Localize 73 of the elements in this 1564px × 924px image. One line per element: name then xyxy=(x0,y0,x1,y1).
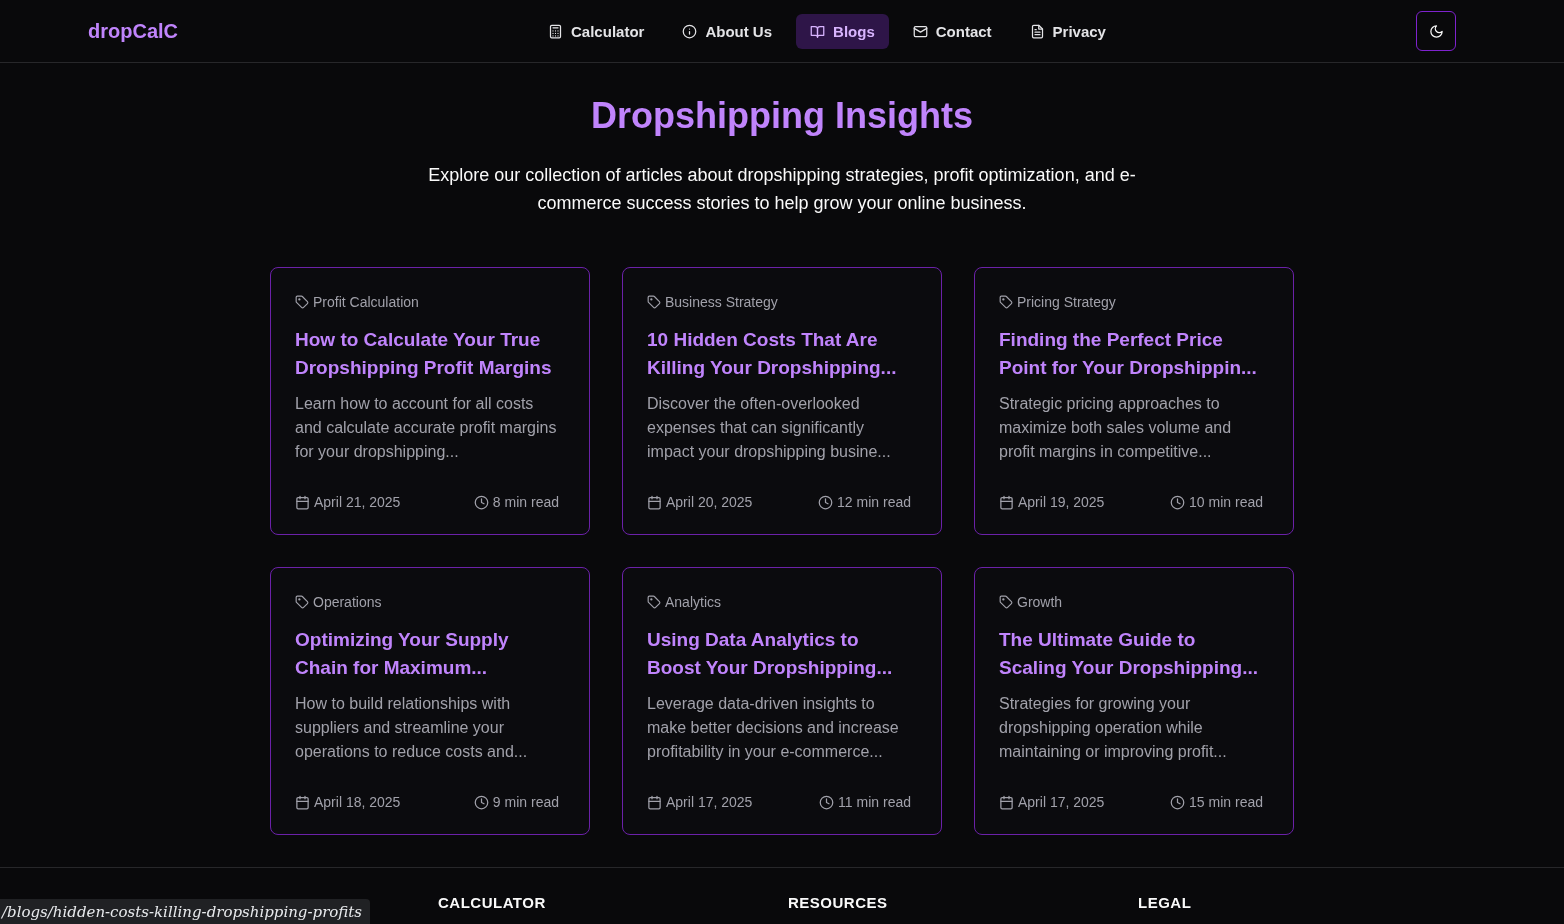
category-label: Growth xyxy=(1017,594,1063,610)
blog-card[interactable]: Pricing Strategy Finding the Perfect Price Point for Your Dropshippin... Strategic pricing approaches to maximize both sales volume and profit margins in competitive... April 19, 2025 10 min read xyxy=(974,267,1294,535)
post-title[interactable]: The Ultimate Guide to Scaling Your Dropshipping... xyxy=(999,626,1263,682)
post-title[interactable]: Finding the Perfect Price Point for Your Dropshippin... xyxy=(999,326,1263,382)
tag-icon xyxy=(647,295,661,309)
tag-icon xyxy=(999,295,1013,309)
nav-tab[interactable]: Blogs xyxy=(796,13,889,49)
clock-icon xyxy=(1170,794,1186,810)
site-logo[interactable]: dropCalC xyxy=(88,19,178,43)
blog-card[interactable]: Growth The Ultimate Guide to Scaling Your Dropshipping... Strategies for growing your dropshipping operation while maintaining or improving profit... April 17, 2025 15 min read xyxy=(974,567,1294,835)
link-url-tooltip: /blogs/hidden-costs-killing-dropshipping-profits xyxy=(0,899,371,924)
category-label: Pricing Strategy xyxy=(1017,294,1116,310)
nav-tab[interactable]: About Us xyxy=(668,13,787,49)
post-date: April 19, 2025 xyxy=(1018,494,1105,510)
calendar-icon xyxy=(999,494,1014,510)
post-excerpt: Strategic pricing approaches to maximize both sales volume and profit margins in competitive... xyxy=(999,394,1233,462)
calendar-icon xyxy=(647,794,662,810)
nav-tab[interactable]: Calculator xyxy=(534,13,659,49)
footer-heading: CALCULATOR xyxy=(438,894,547,911)
calendar-icon xyxy=(647,494,662,510)
footer-heading: RESOURCES xyxy=(788,894,889,911)
tag-icon xyxy=(999,595,1013,609)
book-icon xyxy=(810,23,826,39)
read-time: 9 min read xyxy=(492,794,559,810)
post-date: April 18, 2025 xyxy=(314,794,401,810)
category-label: Profit Calculation xyxy=(313,294,419,310)
page-subtitle: Explore our collection of articles about dropshipping strategies, profit optimization, and e-commerce success stories to help grow your online business. xyxy=(427,164,1137,215)
info-icon xyxy=(682,23,698,39)
post-title[interactable]: Optimizing Your Supply Chain for Maximum... xyxy=(295,626,559,682)
post-title[interactable]: How to Calculate Your True Dropshipping Profit Margins xyxy=(295,326,559,382)
tag-icon xyxy=(295,295,309,309)
post-date: April 17, 2025 xyxy=(1018,794,1105,810)
tag-icon xyxy=(647,595,661,609)
blog-card[interactable]: Profit Calculation How to Calculate Your True Dropshipping Profit Margins Learn how to account for all costs and calculate accurate profit margins for your dropshipping... April 21, 2025 8 min read xyxy=(270,267,590,535)
read-time: 15 min read xyxy=(1189,794,1263,810)
blog-card[interactable]: Operations Optimizing Your Supply Chain for Maximum... How to build relationships with suppliers and streamline your operations to reduce costs and... April 18, 2025 9 min read xyxy=(270,567,590,835)
nav-tab[interactable]: Privacy xyxy=(1015,13,1120,49)
calculator-icon xyxy=(548,23,564,39)
clock-icon xyxy=(818,494,834,510)
post-date: April 21, 2025 xyxy=(314,494,401,510)
category-label: Analytics xyxy=(665,594,722,610)
category-label: Business Strategy xyxy=(665,294,778,310)
blog-card[interactable]: Business Strategy 10 Hidden Costs That Are Killing Your Dropshipping... Discover the often-overlooked expenses that can significantly impact your dropshipping busine... April 20, 2025 12 min read xyxy=(622,267,942,535)
theme-toggle-button[interactable] xyxy=(1416,11,1456,51)
clock-icon xyxy=(819,794,835,810)
calendar-icon xyxy=(295,494,310,510)
post-excerpt: Learn how to account for all costs and calculate accurate profit margins for your dropshipping... xyxy=(295,394,558,462)
post-excerpt: Strategies for growing your dropshipping operation while maintaining or improving profit... xyxy=(999,694,1228,762)
calendar-icon xyxy=(295,794,310,810)
clock-icon xyxy=(1170,494,1186,510)
post-excerpt: How to build relationships with suppliers and streamline your operations to reduce costs and... xyxy=(295,694,529,762)
document-icon xyxy=(1029,23,1045,39)
nav-tab[interactable]: Contact xyxy=(898,13,1006,49)
page-title: Dropshipping Insights xyxy=(591,95,973,137)
mail-icon xyxy=(912,23,928,39)
clock-icon xyxy=(473,794,489,810)
category-label: Operations xyxy=(313,594,382,610)
read-time: 8 min read xyxy=(492,494,559,510)
post-date: April 17, 2025 xyxy=(666,794,753,810)
post-title[interactable]: 10 Hidden Costs That Are Killing Your Dropshipping... xyxy=(647,326,911,382)
moon-icon xyxy=(1428,23,1444,39)
clock-icon xyxy=(473,494,489,510)
read-time: 10 min read xyxy=(1189,494,1263,510)
read-time: 11 min read xyxy=(838,794,911,810)
tag-icon xyxy=(295,595,309,609)
post-title[interactable]: Using Data Analytics to Boost Your Dropshipping... xyxy=(647,626,911,682)
calendar-icon xyxy=(999,794,1014,810)
post-date: April 20, 2025 xyxy=(666,494,753,510)
blog-card[interactable]: Analytics Using Data Analytics to Boost Your Dropshipping... Leverage data-driven insights to make better decisions and increase profitability in your e-commerce... April 17, 2025 11 min read xyxy=(622,567,942,835)
footer-heading: LEGAL xyxy=(1138,894,1193,911)
post-excerpt: Discover the often-overlooked expenses that can significantly impact your dropshipping busine... xyxy=(647,394,892,462)
post-excerpt: Leverage data-driven insights to make better decisions and increase profitability in your e-commerce... xyxy=(647,694,900,762)
read-time: 12 min read xyxy=(837,494,911,510)
